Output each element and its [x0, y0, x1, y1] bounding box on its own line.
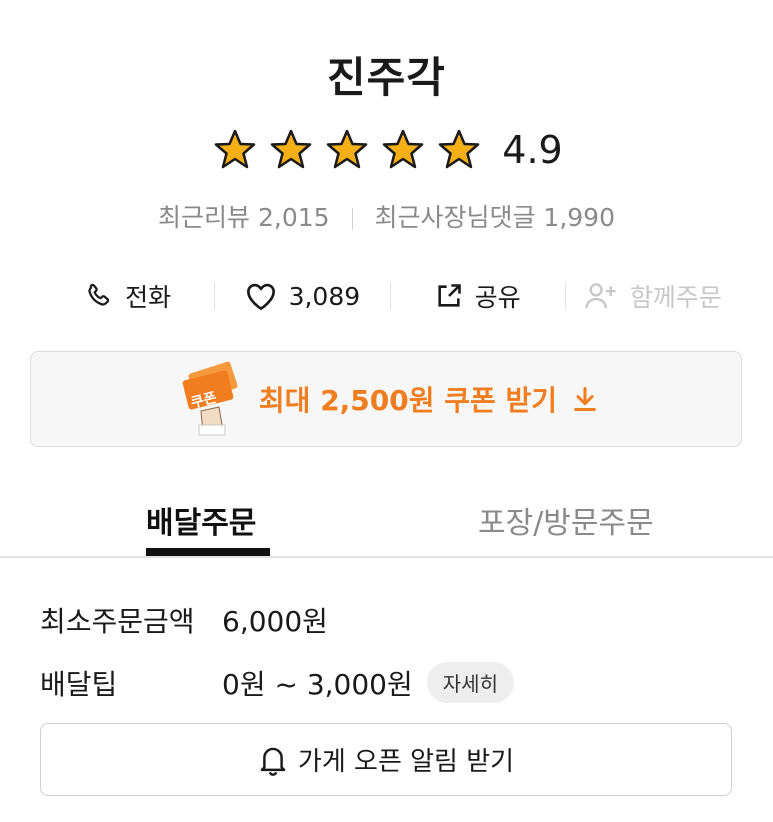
action-bar: 전화 3,089 공유 함께주문 — [40, 276, 740, 316]
rating-value: 4.9 — [502, 128, 563, 172]
star-icon — [271, 129, 312, 169]
like-button[interactable]: 3,089 — [215, 281, 389, 311]
star-icon — [215, 129, 256, 169]
group-order-label: 함께주문 — [629, 283, 722, 312]
like-count: 3,089 — [288, 281, 361, 311]
owner-replies-label: 최근사장님댓글 — [374, 203, 536, 232]
rating-row: 4.9 — [0, 128, 773, 172]
min-order-row: 최소주문금액 6,000원 — [40, 600, 328, 640]
coupon-ticket-icon: 쿠폰 — [182, 361, 238, 436]
tab-delivery[interactable]: 배달주문 — [146, 498, 256, 542]
alarm-label: 가게 오픈 알림 받기 — [297, 747, 515, 777]
coupon-banner[interactable]: 쿠폰 최대 2,500원 쿠폰 받기 — [30, 351, 742, 447]
active-tab-indicator — [146, 548, 270, 556]
download-icon — [574, 386, 596, 412]
review-summary[interactable]: 최근리뷰 2,015 최근사장님댓글 1,990 — [0, 198, 773, 234]
delivery-tip-label: 배달팁 — [40, 667, 118, 701]
heart-icon — [246, 283, 275, 310]
call-button[interactable]: 전화 — [40, 278, 214, 314]
bell-icon — [260, 747, 286, 776]
star-icon — [327, 129, 368, 169]
min-order-label: 최소주문금액 — [40, 605, 195, 638]
star-icon — [439, 129, 480, 169]
recent-reviews-label: 최근리뷰 — [158, 203, 251, 232]
share-label: 공유 — [474, 283, 521, 312]
share-button[interactable]: 공유 — [391, 278, 565, 314]
add-user-icon — [585, 283, 616, 309]
delivery-tip-value: 0원 ~ 3,000원 — [222, 667, 413, 701]
recent-reviews-count: 2,015 — [257, 203, 330, 232]
divider — [351, 208, 353, 230]
share-icon — [437, 284, 461, 307]
order-type-tabs: 배달주문 포장/방문주문 — [0, 490, 773, 558]
delivery-tip-row: 배달팁 0원 ~ 3,000원 자세히 — [40, 662, 514, 703]
tab-pickup[interactable]: 포장/방문주문 — [478, 498, 654, 542]
call-label: 전화 — [125, 283, 172, 312]
phone-icon — [88, 283, 110, 306]
delivery-tip-detail-button[interactable]: 자세히 — [426, 662, 514, 703]
owner-replies-count: 1,990 — [543, 203, 615, 232]
star-icon — [383, 129, 424, 169]
coupon-label: 최대 2,500원 쿠폰 받기 — [258, 384, 558, 417]
group-order-button[interactable]: 함께주문 — [566, 278, 740, 314]
store-open-alarm-button[interactable]: 가게 오픈 알림 받기 — [40, 723, 732, 796]
min-order-value: 6,000원 — [222, 605, 328, 638]
store-title: 진주각 — [327, 53, 446, 102]
